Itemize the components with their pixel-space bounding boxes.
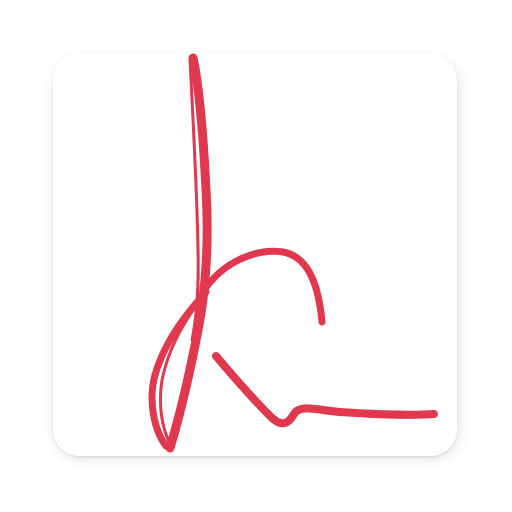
signature-arm-arc-stroke: [199, 247, 326, 326]
signature-stem-stroke: [165, 53, 212, 453]
signature-leg-stroke: [212, 352, 438, 428]
signature-k-logo-icon: [148, 53, 438, 453]
app-icon[interactable]: [0, 0, 512, 512]
